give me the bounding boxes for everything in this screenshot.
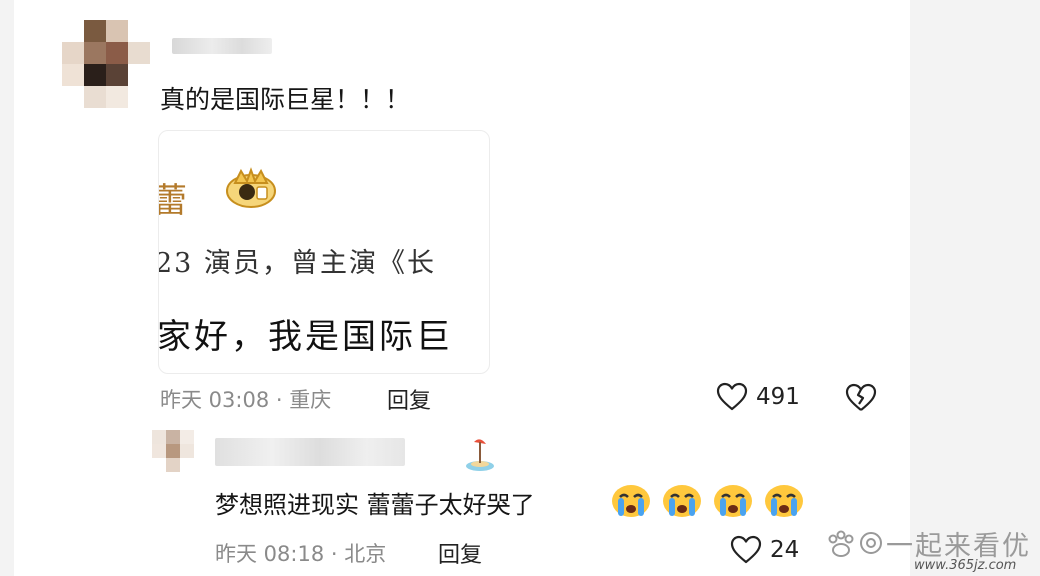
broken-heart-icon (845, 383, 877, 411)
heart-icon (716, 382, 748, 412)
reply-button[interactable]: 回复 (438, 537, 482, 569)
beach-umbrella-icon (466, 439, 494, 471)
crying-face-icon (714, 485, 752, 517)
reply-button[interactable]: 回复 (387, 383, 431, 415)
like-button[interactable]: 24 (730, 535, 799, 565)
quote-name: 蕾 (159, 173, 187, 222)
username-blurred[interactable] (215, 438, 405, 466)
comment-text: 真的是国际巨星！！！ (160, 85, 411, 114)
like-button[interactable]: 491 (716, 382, 800, 412)
avatar[interactable] (62, 20, 150, 108)
crying-face-icon (612, 485, 650, 517)
comment-time-location: 昨天 03:08 · 重庆 (160, 388, 332, 412)
comment-text: 梦想照进现实 蕾蕾子太好哭了 (215, 491, 535, 519)
paw-icon (828, 530, 854, 557)
quote-text: 家好，我是国际巨 (158, 317, 453, 357)
crying-face-icon (765, 485, 803, 517)
quote-description: 23 演员，曾主演《长 (158, 248, 436, 279)
crown-badge-icon (226, 167, 276, 208)
dislike-button[interactable] (845, 383, 877, 417)
comment-time-location: 昨天 08:18 · 北京 (215, 542, 387, 566)
username-blurred[interactable] (172, 38, 272, 54)
watermark-url: www.365jz.com (914, 558, 1017, 573)
watermark: 一起来看优 www.365jz.com (824, 522, 1034, 576)
quoted-screenshot-card[interactable]: 蕾 23 演员，曾主演《长 家好，我是国际巨 (158, 130, 490, 374)
crying-emoji-group (610, 483, 805, 519)
avatar[interactable] (152, 430, 194, 472)
crying-face-icon (663, 485, 701, 517)
like-count: 24 (770, 537, 800, 563)
like-count: 491 (756, 384, 800, 410)
at-icon (860, 532, 882, 554)
heart-icon (730, 535, 762, 565)
